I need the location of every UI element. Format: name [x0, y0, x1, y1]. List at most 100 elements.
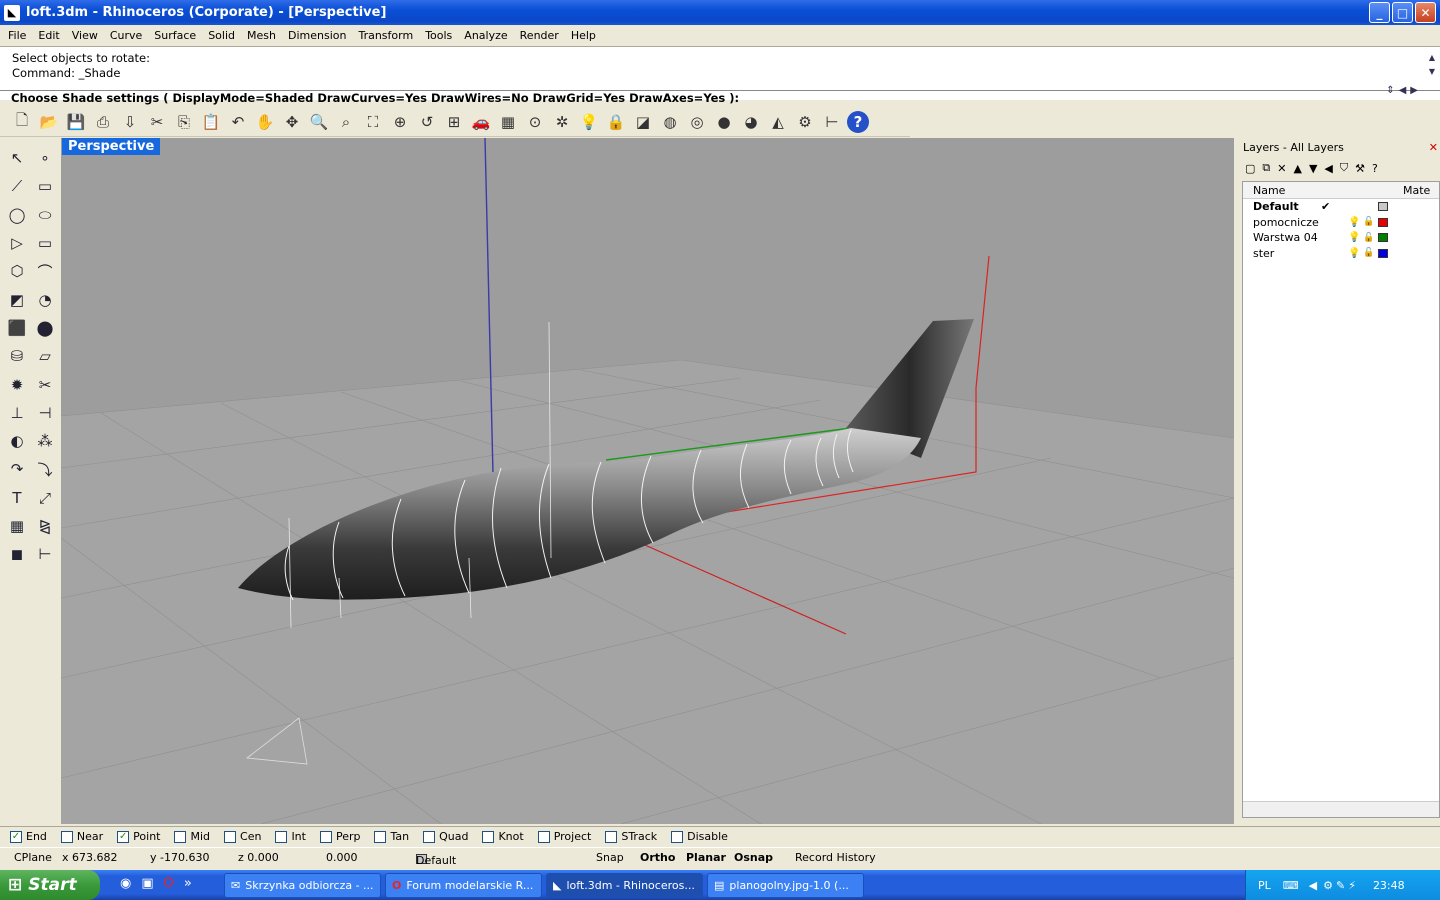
pan-icon[interactable]: ✋ — [253, 110, 277, 134]
keyboard-icon[interactable]: ⌨ — [1283, 879, 1299, 892]
osnap-project[interactable]: Project — [537, 830, 591, 843]
osnap-int[interactable]: Int — [275, 830, 306, 843]
layer-row[interactable]: Warstwa 04 💡 🔓 — [1243, 230, 1439, 246]
layer-color-swatch[interactable] — [1378, 217, 1388, 227]
sphere-union-icon[interactable]: ⬤ — [31, 314, 59, 342]
column-name[interactable]: Name — [1243, 184, 1403, 197]
osnap-perp[interactable]: Perp — [319, 830, 360, 843]
polyline-icon[interactable]: ⟋ — [3, 172, 31, 200]
box-icon[interactable]: ⬛ — [3, 314, 31, 342]
render-sphere-icon[interactable]: ◕ — [739, 110, 763, 134]
point-icon[interactable]: ∘ — [31, 144, 59, 172]
layer-row[interactable]: pomocnicze 💡 🔓 — [1243, 215, 1439, 231]
render-icon[interactable]: ◭ — [766, 110, 790, 134]
task-rhino[interactable]: ◣ loft.3dm - Rhinoceros... — [546, 873, 703, 898]
help-icon[interactable]: ? — [847, 111, 869, 133]
dimensions-icon[interactable]: ⊢ — [820, 110, 844, 134]
close-button[interactable]: ✕ — [1415, 2, 1436, 23]
light-icon[interactable]: ✲ — [550, 110, 574, 134]
osnap-end[interactable]: ✓ End — [10, 830, 47, 843]
lock-icon[interactable]: 🔓 — [1363, 233, 1374, 243]
quick-launch-ie-icon[interactable]: ◉ — [120, 876, 141, 891]
open-icon[interactable]: 📂 — [37, 110, 61, 134]
menu-edit[interactable]: Edit — [32, 29, 65, 42]
grid-icon[interactable]: ▦ — [496, 110, 520, 134]
boolean-icon[interactable]: ◐ — [3, 427, 31, 455]
osnap-cen[interactable]: Cen — [224, 830, 261, 843]
new-layer-icon[interactable]: ▢ — [1245, 162, 1255, 175]
osnap-disable[interactable]: Disable — [671, 830, 728, 843]
arc-icon[interactable]: ⌒ — [31, 257, 59, 285]
checkbox[interactable] — [174, 830, 187, 843]
join-icon[interactable]: ⊣ — [31, 399, 59, 427]
checkbox[interactable] — [60, 830, 73, 843]
import-icon[interactable]: ⇩ — [118, 110, 142, 134]
checkbox[interactable] — [605, 830, 618, 843]
car-icon[interactable]: 🚗 — [469, 110, 493, 134]
zoom-selected-icon[interactable]: ⊕ — [388, 110, 412, 134]
fillet-icon[interactable]: ↷ — [3, 455, 31, 483]
command-prompt[interactable]: Choose Shade settings ( DisplayMode=Shad… — [0, 90, 1440, 108]
wireframe-sphere-icon[interactable]: ◎ — [685, 110, 709, 134]
visibility-bulb-icon[interactable]: 💡 — [1348, 232, 1360, 243]
layer-color-swatch[interactable] — [1378, 248, 1388, 258]
dimension-icon[interactable]: ⊢ — [31, 540, 59, 568]
osnap-point[interactable]: ✓ Point — [117, 830, 160, 843]
lock-icon[interactable]: 🔓 — [1363, 248, 1374, 258]
ortho-toggle[interactable]: Ortho — [640, 851, 675, 864]
polygon-icon[interactable]: ▷ — [3, 229, 31, 257]
viewport-title[interactable]: Perspective — [62, 138, 161, 155]
visibility-bulb-icon[interactable]: 💡 — [1348, 248, 1360, 259]
osnap-toggle[interactable]: Osnap — [734, 851, 773, 864]
trim-icon[interactable]: ✂ — [31, 370, 59, 398]
menu-analyze[interactable]: Analyze — [458, 29, 513, 42]
menu-mesh[interactable]: Mesh — [241, 29, 282, 42]
group-icon[interactable]: ⁂ — [31, 427, 59, 455]
menu-curve[interactable]: Curve — [104, 29, 148, 42]
save-icon[interactable]: 💾 — [64, 110, 88, 134]
prompt-nav-arrows[interactable]: ⇕◀▶ — [1386, 85, 1422, 96]
perspective-viewport[interactable] — [61, 138, 1234, 824]
copy-icon[interactable]: ⎘ — [172, 110, 196, 134]
history-scrollbar[interactable]: ▲ ▼ — [1426, 51, 1438, 81]
surface-edge-icon[interactable]: ◔ — [31, 285, 59, 313]
minimize-button[interactable]: _ — [1369, 2, 1390, 23]
menu-transform[interactable]: Transform — [352, 29, 419, 42]
undo-view-icon[interactable]: ↺ — [415, 110, 439, 134]
split-icon[interactable]: ⊥ — [3, 399, 31, 427]
undo-icon[interactable]: ↶ — [226, 110, 250, 134]
checkbox[interactable] — [423, 830, 436, 843]
help-icon[interactable]: ? — [1372, 162, 1378, 175]
checkbox[interactable] — [319, 830, 332, 843]
layers-horizontal-scrollbar[interactable] — [1243, 801, 1439, 817]
snap-toggle[interactable]: Snap — [596, 851, 624, 864]
rectangle-icon[interactable]: ▭ — [31, 172, 59, 200]
task-image-viewer[interactable]: ▤ planogolny.jpg-1.0 (... — [707, 873, 864, 898]
menu-tools[interactable]: Tools — [419, 29, 458, 42]
column-material[interactable]: Mate — [1403, 184, 1430, 197]
cylinder-icon[interactable]: ⛁ — [3, 342, 31, 370]
chamfer-icon[interactable]: ⤵ — [31, 455, 59, 483]
quick-launch-opera-icon[interactable]: O — [164, 876, 184, 891]
task-mail[interactable]: ✉ Skrzynka odbiorcza - ... — [224, 873, 381, 898]
move-parent-icon[interactable]: ◀ — [1324, 162, 1332, 175]
surface-corner-icon[interactable]: ◩ — [3, 285, 31, 313]
quick-launch-desktop-icon[interactable]: ▣ — [141, 876, 163, 891]
cplane-label[interactable]: CPlane — [14, 851, 52, 864]
scale-icon[interactable]: ⤢ — [31, 484, 59, 512]
start-button[interactable]: ⊞ Start — [0, 870, 100, 900]
zoom-window-icon[interactable]: ⌕ — [334, 110, 358, 134]
menu-dimension[interactable]: Dimension — [282, 29, 352, 42]
checkbox[interactable] — [275, 830, 288, 843]
circle-icon[interactable]: ◯ — [3, 201, 31, 229]
checkbox[interactable] — [224, 830, 237, 843]
options-icon[interactable]: ⚙ — [793, 110, 817, 134]
maximize-button[interactable]: □ — [1392, 2, 1413, 23]
menu-solid[interactable]: Solid — [202, 29, 241, 42]
new-icon[interactable]: 🗋 — [10, 110, 34, 134]
mirror-icon[interactable]: ⧎ — [31, 512, 59, 540]
array-icon[interactable]: ▦ — [3, 512, 31, 540]
new-sublayer-icon[interactable]: ⧉ — [1262, 161, 1270, 175]
point-icon[interactable]: ⊙ — [523, 110, 547, 134]
move-up-icon[interactable]: ▲ — [1293, 162, 1301, 175]
